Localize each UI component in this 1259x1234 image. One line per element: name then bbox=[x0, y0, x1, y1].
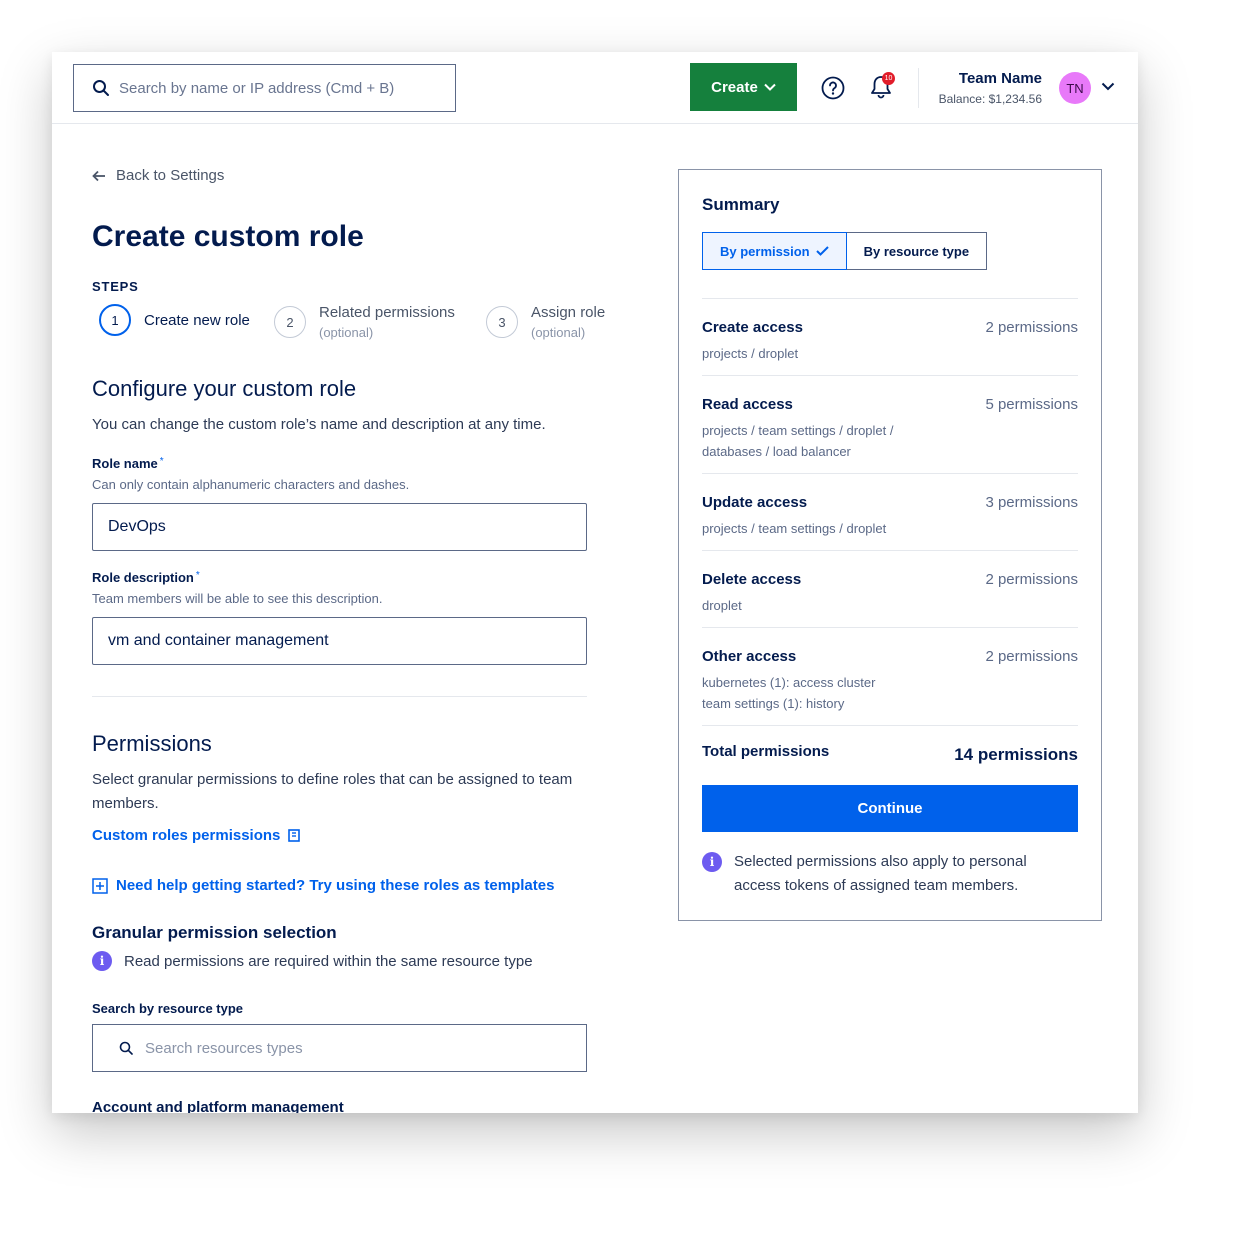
step-subtitle: (optional) bbox=[319, 325, 374, 340]
search-icon bbox=[93, 80, 109, 96]
summary-row-title: Delete access bbox=[702, 571, 802, 588]
steps-label: STEPS bbox=[92, 279, 139, 294]
plus-square-icon bbox=[92, 877, 108, 894]
summary-row-update: Update access 3 permissions projects / t… bbox=[702, 473, 1078, 550]
summary-note: i Selected permissions also apply to per… bbox=[702, 850, 1054, 898]
summary-row-create: Create access 2 permissions projects / d… bbox=[702, 298, 1078, 375]
total-permissions-value: 14 permissions bbox=[954, 745, 1078, 764]
create-button-label: Create bbox=[711, 78, 758, 96]
summary-note-text: Selected permissions also apply to perso… bbox=[734, 853, 1027, 894]
summary-row-detail: droplet bbox=[702, 598, 742, 613]
back-to-settings-link[interactable]: Back to Settings bbox=[92, 167, 224, 184]
global-search-input[interactable]: Search by name or IP address (Cmd + B) bbox=[73, 64, 456, 112]
summary-row-title: Create access bbox=[702, 319, 803, 336]
summary-row-read: Read access 5 permissions projects / tea… bbox=[702, 375, 1078, 473]
create-button[interactable]: Create bbox=[690, 63, 797, 111]
summary-row-title: Update access bbox=[702, 494, 808, 511]
role-name-label: Role name * bbox=[92, 456, 164, 471]
custom-roles-permissions-link[interactable]: Custom roles permissions bbox=[92, 827, 301, 844]
resource-search-placeholder: Search resources types bbox=[145, 1039, 303, 1057]
summary-row-detail-line: team settings (1): history bbox=[702, 696, 845, 711]
permissions-heading: Permissions bbox=[92, 731, 212, 756]
role-description-label: Role description * bbox=[92, 570, 200, 585]
continue-button[interactable]: Continue bbox=[702, 785, 1078, 832]
granular-heading: Granular permission selection bbox=[92, 923, 337, 942]
app-window: Search by name or IP address (Cmd + B) C… bbox=[52, 52, 1138, 1113]
summary-panel: Summary By permission By resource type C… bbox=[678, 169, 1102, 921]
arrow-left-icon bbox=[92, 170, 105, 181]
summary-row-detail: projects / team settings / droplet bbox=[702, 521, 887, 536]
role-description-help: Team members will be able to see this de… bbox=[92, 591, 383, 606]
chevron-down-icon bbox=[764, 83, 776, 91]
resource-search-input[interactable]: Search resources types bbox=[92, 1024, 587, 1072]
team-balance: Balance: $1,234.56 bbox=[938, 92, 1042, 106]
role-description-label-text: Role description bbox=[92, 570, 194, 585]
summary-row-detail-line: kubernetes (1): access cluster bbox=[702, 675, 876, 690]
top-bar: Search by name or IP address (Cmd + B) C… bbox=[52, 52, 1138, 124]
summary-title: Summary bbox=[702, 195, 780, 214]
docs-link-label: Custom roles permissions bbox=[92, 827, 281, 844]
required-mark: * bbox=[195, 570, 200, 581]
role-name-help: Can only contain alphanumeric characters… bbox=[92, 477, 410, 492]
account-management-group[interactable]: Account and platform management bbox=[92, 1099, 344, 1113]
summary-row-count: 3 permissions bbox=[985, 494, 1078, 511]
summary-row-title: Other access bbox=[702, 648, 797, 665]
notification-badge: 10 bbox=[882, 72, 895, 85]
step-assign-role[interactable]: 3 Assign role (optional) bbox=[486, 304, 605, 340]
step-title: Create new role bbox=[144, 311, 250, 329]
summary-row-count: 2 permissions bbox=[985, 571, 1078, 588]
toggle-by-permission-label: By permission bbox=[720, 243, 810, 259]
summary-row-other: Other access 2 permissions kubernetes (1… bbox=[702, 627, 1078, 725]
section-divider bbox=[92, 696, 587, 697]
step-number: 1 bbox=[99, 304, 131, 336]
check-icon bbox=[815, 246, 829, 256]
summary-total-divider bbox=[702, 725, 1078, 726]
step-subtitle: (optional) bbox=[531, 325, 586, 340]
role-description-input[interactable]: vm and container management bbox=[92, 617, 587, 665]
step-title: Assign role bbox=[531, 304, 606, 321]
book-icon bbox=[288, 829, 301, 842]
page-title: Create custom role bbox=[92, 220, 364, 253]
configure-heading: Configure your custom role bbox=[92, 376, 357, 401]
info-icon: i bbox=[702, 852, 722, 872]
toggle-by-resource-type[interactable]: By resource type bbox=[846, 232, 988, 270]
global-search-placeholder: Search by name or IP address (Cmd + B) bbox=[119, 79, 395, 97]
summary-row-count: 2 permissions bbox=[985, 319, 1078, 336]
summary-row-detail: projects / team settings / droplet / dat… bbox=[702, 423, 894, 459]
granular-note: i Read permissions are required within t… bbox=[92, 951, 533, 971]
templates-link[interactable]: Need help getting started? Try using the… bbox=[92, 877, 554, 894]
summary-row-delete: Delete access 2 permissions droplet bbox=[702, 550, 1078, 627]
role-name-input[interactable]: DevOps bbox=[92, 503, 587, 551]
summary-row-detail: projects / droplet bbox=[702, 346, 799, 361]
search-icon bbox=[119, 1041, 133, 1055]
step-number: 2 bbox=[274, 306, 306, 338]
help-icon[interactable] bbox=[821, 76, 845, 100]
resource-search-label: Search by resource type bbox=[92, 1001, 244, 1016]
summary-view-toggle: By permission By resource type bbox=[702, 232, 988, 270]
step-number: 3 bbox=[486, 306, 518, 338]
permissions-intro: Select granular permissions to define ro… bbox=[92, 771, 573, 812]
required-mark: * bbox=[159, 456, 164, 467]
step-title: Related permissions bbox=[319, 304, 455, 321]
configure-intro: You can change the custom role’s name an… bbox=[92, 416, 546, 433]
chevron-down-icon[interactable] bbox=[1101, 82, 1115, 91]
step-related-permissions[interactable]: 2 Related permissions (optional) bbox=[274, 304, 455, 340]
team-name: Team Name bbox=[958, 70, 1042, 87]
summary-row-detail: kubernetes (1): access cluster team sett… bbox=[702, 672, 932, 714]
avatar[interactable]: TN bbox=[1059, 72, 1091, 104]
step-create-new-role[interactable]: 1 Create new role bbox=[99, 304, 250, 336]
summary-row-count: 5 permissions bbox=[985, 396, 1078, 413]
role-name-label-text: Role name bbox=[92, 456, 158, 471]
total-permissions-label: Total permissions bbox=[702, 743, 830, 760]
info-icon: i bbox=[92, 951, 112, 971]
summary-row-title: Read access bbox=[702, 396, 793, 413]
granular-note-text: Read permissions are required within the… bbox=[124, 952, 533, 970]
toggle-by-permission[interactable]: By permission bbox=[702, 232, 847, 270]
topbar-divider bbox=[918, 68, 919, 108]
templates-link-label: Need help getting started? Try using the… bbox=[116, 877, 555, 894]
back-link-label: Back to Settings bbox=[116, 167, 225, 184]
summary-row-count: 2 permissions bbox=[985, 648, 1078, 665]
